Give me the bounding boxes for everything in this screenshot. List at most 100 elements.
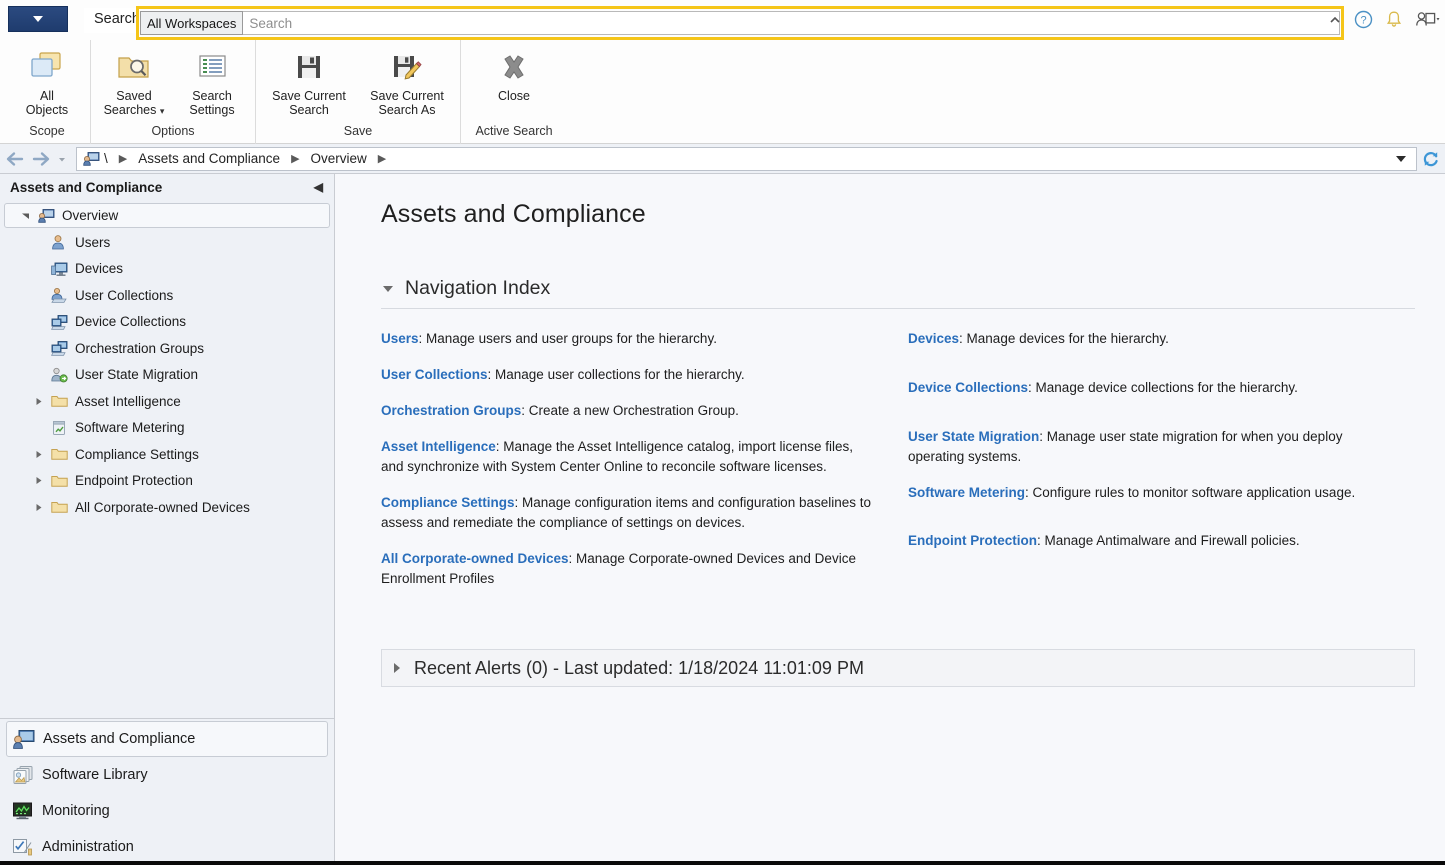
all-objects-button[interactable]: All Objects xyxy=(8,40,86,117)
nav-link-endpoint-protection[interactable]: Endpoint Protection xyxy=(908,533,1037,548)
navigation-index-left-column: Users: Manage users and user groups for … xyxy=(381,329,898,605)
saved-searches-label-2: Searches xyxy=(104,103,157,117)
twisty-collapsed-icon[interactable] xyxy=(28,397,48,406)
monitoring-icon xyxy=(12,801,42,821)
tree-item-all-corporate-owned-devices[interactable]: All Corporate-owned Devices xyxy=(0,494,334,521)
tree-item-user-collections[interactable]: User Collections xyxy=(0,282,334,309)
nav-link-compliance-settings[interactable]: Compliance Settings xyxy=(381,495,515,510)
help-icon[interactable]: ? xyxy=(1354,10,1373,29)
tree-item-user-state-migration[interactable]: User State Migration xyxy=(0,362,334,389)
notifications-bell-icon[interactable] xyxy=(1385,10,1403,29)
twisty-expanded-icon[interactable] xyxy=(15,211,35,220)
workspace-label: Monitoring xyxy=(42,803,110,819)
twisty-collapsed-icon[interactable] xyxy=(28,450,48,459)
nav-link-software-metering[interactable]: Software Metering xyxy=(908,485,1025,500)
tree-item-device-collections[interactable]: Device Collections xyxy=(0,309,334,336)
all-objects-icon xyxy=(28,46,66,88)
nav-link-device-collections[interactable]: Device Collections xyxy=(908,380,1028,395)
expander-down-icon[interactable] xyxy=(383,286,393,292)
search-input[interactable] xyxy=(243,11,1340,35)
tree-item-label: Users xyxy=(70,235,110,250)
expander-right-icon[interactable] xyxy=(394,663,400,673)
history-dropdown-icon[interactable] xyxy=(54,147,70,171)
refresh-icon[interactable] xyxy=(1419,148,1443,170)
all-objects-label-1: All xyxy=(40,89,54,103)
chevron-left-icon[interactable]: ◀ xyxy=(311,180,326,194)
navigation-pane-header: Assets and Compliance ◀ xyxy=(0,174,334,200)
recent-alerts-bar[interactable]: Recent Alerts (0) - Last updated: 1/18/2… xyxy=(381,649,1415,687)
nav-link-all-corporate-owned-devices[interactable]: All Corporate-owned Devices xyxy=(381,551,569,566)
tree-item-label: Software Metering xyxy=(70,420,185,435)
nav-entry-orchestration-groups: Orchestration Groups: Create a new Orche… xyxy=(381,401,874,421)
administration-icon xyxy=(12,837,42,857)
save-current-search-label-2: Search xyxy=(289,103,329,117)
breadcrumb-separator-icon: ▶ xyxy=(110,152,136,165)
tree-item-endpoint-protection[interactable]: Endpoint Protection xyxy=(0,468,334,495)
nav-link-user-state-migration[interactable]: User State Migration xyxy=(908,429,1039,444)
forward-arrow-icon[interactable] xyxy=(28,147,54,171)
nav-desc: : Create a new Orchestration Group. xyxy=(521,403,739,418)
twisty-collapsed-icon[interactable] xyxy=(28,503,48,512)
device-collections-icon xyxy=(48,314,70,330)
saved-searches-label-1: Saved xyxy=(116,89,151,103)
all-objects-label-2: Objects xyxy=(26,103,68,117)
nav-link-users[interactable]: Users xyxy=(381,331,419,346)
configuration-manager-window: Search All Workspaces ? xyxy=(0,0,1445,865)
account-icon[interactable] xyxy=(1415,10,1441,29)
nav-entry-all-corporate-owned-devices: All Corporate-owned Devices: Manage Corp… xyxy=(381,549,874,589)
tree-item-overview[interactable]: Overview xyxy=(4,203,330,228)
workspace-monitoring[interactable]: Monitoring xyxy=(0,793,334,829)
workspace-label: Administration xyxy=(42,839,134,855)
chevron-down-icon[interactable] xyxy=(1390,148,1412,170)
save-as-icon xyxy=(389,46,425,88)
workspace-software-library[interactable]: Software Library xyxy=(0,757,334,793)
tree-item-users[interactable]: Users xyxy=(0,229,334,256)
close-search-button[interactable]: Close xyxy=(465,40,563,103)
folder-icon xyxy=(48,394,70,408)
tree-item-label: All Corporate-owned Devices xyxy=(70,500,250,515)
close-search-label: Close xyxy=(498,89,530,103)
tree-item-label: Asset Intelligence xyxy=(70,394,181,409)
save-current-search-as-button[interactable]: Save Current Search As xyxy=(358,40,456,117)
back-arrow-icon[interactable] xyxy=(2,147,28,171)
nav-desc: : Manage Antimalware and Firewall polici… xyxy=(1037,533,1300,548)
nav-link-user-collections[interactable]: User Collections xyxy=(381,367,488,382)
tree-item-label: Compliance Settings xyxy=(70,447,199,462)
tree-item-software-metering[interactable]: Software Metering xyxy=(0,415,334,442)
tree-item-devices[interactable]: Devices xyxy=(0,256,334,283)
orchestration-groups-icon xyxy=(48,340,70,356)
breadcrumb-path-field[interactable]: \ ▶ Assets and Compliance ▶ Overview ▶ xyxy=(76,147,1417,171)
collapse-ribbon-icon[interactable] xyxy=(1328,13,1342,27)
ribbon-tab-strip: Search All Workspaces ? xyxy=(0,0,1445,40)
tree-item-asset-intelligence[interactable]: Asset Intelligence xyxy=(0,388,334,415)
nav-desc: : Configure rules to monitor software ap… xyxy=(1025,485,1355,500)
nav-link-orchestration-groups[interactable]: Orchestration Groups xyxy=(381,403,521,418)
breadcrumb-item-overview[interactable]: Overview xyxy=(309,151,369,166)
nav-link-devices[interactable]: Devices xyxy=(908,331,959,346)
nav-link-asset-intelligence[interactable]: Asset Intelligence xyxy=(381,439,496,454)
search-scope-chip[interactable]: All Workspaces xyxy=(140,11,243,35)
saved-searches-button[interactable]: Saved Searches ▾ xyxy=(95,40,173,118)
save-current-search-button[interactable]: Save Current Search xyxy=(260,40,358,117)
search-bar-highlight: All Workspaces xyxy=(136,6,1344,40)
save-current-search-as-label-2: Search As xyxy=(379,103,436,117)
workspace-administration[interactable]: Administration xyxy=(0,829,334,865)
search-settings-button[interactable]: Search Settings xyxy=(173,40,251,117)
navigation-index-right-column: Devices: Manage devices for the hierarch… xyxy=(898,329,1415,605)
application-menu-button[interactable] xyxy=(8,6,68,32)
ribbon-group-save: Save Current Search xyxy=(256,40,461,144)
ribbon: Search All Workspaces ? xyxy=(0,0,1445,144)
chevron-down-icon[interactable]: ▾ xyxy=(160,106,165,116)
overview-icon xyxy=(35,208,57,223)
tree-item-orchestration-groups[interactable]: Orchestration Groups xyxy=(0,335,334,362)
breadcrumb-item-assets-and-compliance[interactable]: Assets and Compliance xyxy=(136,151,282,166)
workspace-assets-and-compliance[interactable]: Assets and Compliance xyxy=(6,721,328,757)
search-settings-label-1: Search xyxy=(192,89,232,103)
folder-icon xyxy=(48,447,70,461)
twisty-collapsed-icon[interactable] xyxy=(28,476,48,485)
breadcrumb-root-label[interactable]: \ xyxy=(102,151,110,166)
assets-compliance-icon xyxy=(13,729,43,749)
content-pane: Assets and Compliance Navigation Index U… xyxy=(335,174,1445,865)
users-icon xyxy=(48,234,70,250)
tree-item-compliance-settings[interactable]: Compliance Settings xyxy=(0,441,334,468)
